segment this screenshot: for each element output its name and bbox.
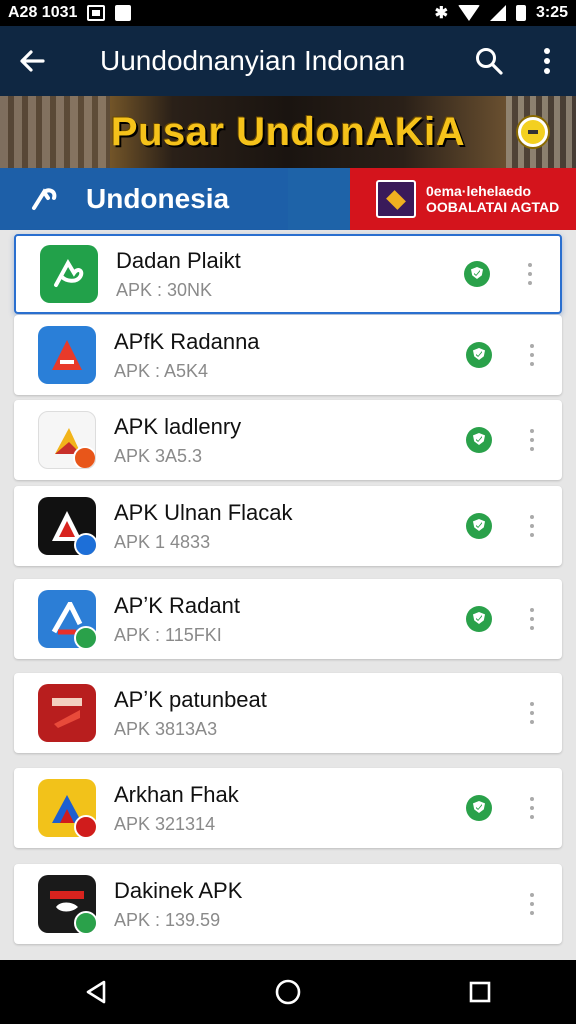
app-icon [38, 684, 96, 742]
search-button[interactable] [460, 26, 518, 96]
signal-icon [489, 5, 506, 21]
promo-line-1: 0ema·lehelaedo [426, 183, 532, 199]
app-name: APK ladlenry [114, 413, 242, 439]
app-icon [38, 590, 96, 648]
nav-home-button[interactable] [258, 962, 318, 1022]
battery-icon [515, 5, 526, 21]
app-badge-icon [74, 911, 96, 933]
square-recent-icon [469, 981, 491, 1003]
app-icon [40, 245, 98, 303]
triangle-back-icon [86, 980, 106, 1004]
verified-shield-icon [466, 795, 492, 821]
search-icon [476, 48, 503, 75]
list-item[interactable]: Arkhan Fhak APK 321314 [14, 768, 562, 848]
app-name: APʼK Radant [114, 592, 240, 618]
list-item[interactable]: APK Ulnan Flacak APK 1 4833 [14, 486, 562, 566]
region-divider [288, 168, 350, 230]
status-bar: A28 1031 ✱ 3:25 [0, 0, 576, 26]
wifi-icon [457, 5, 480, 21]
banner-building-image [0, 96, 110, 168]
verified-shield-icon [466, 513, 492, 539]
app-name: Dakinek APK [114, 877, 243, 903]
app-glyph-icon [52, 340, 82, 370]
app-badge-icon [74, 533, 96, 555]
app-size: APK 321314 [114, 813, 216, 834]
app-size: APK : 30NK [116, 279, 213, 300]
app-size: APK 3A5.3 [114, 445, 203, 466]
app-icon [38, 875, 96, 933]
arrow-left-icon [20, 50, 45, 72]
app-badge-icon [74, 815, 96, 837]
item-more-button[interactable] [520, 254, 540, 294]
app-list: Dadan Plaikt APK : 30NK APfK Radanna APK… [0, 230, 576, 960]
app-toolbar: Uundodnanyian Indonan [0, 26, 576, 96]
list-item[interactable]: APK ladlenry APK 3A5.3 [14, 400, 562, 480]
circle-home-icon [275, 979, 301, 1005]
app-size: APK : A5K4 [114, 360, 209, 381]
status-right: ✱ 3:25 [435, 3, 568, 23]
app-name: APʼK patunbeat [114, 686, 267, 712]
app-badge-icon [73, 446, 95, 468]
app-name: APfK Radanna [114, 328, 260, 354]
list-item[interactable]: Dakinek APK APK : 139.59 [14, 864, 562, 944]
app-name: APK Ulnan Flacak [114, 499, 293, 525]
nav-back-button[interactable] [66, 962, 126, 1022]
item-more-button[interactable] [522, 788, 542, 828]
app-icon [38, 779, 96, 837]
more-options-button[interactable] [518, 26, 576, 96]
app-size: APK 3813A3 [114, 718, 218, 739]
app-glyph-icon [54, 258, 84, 287]
system-nav-bar [0, 960, 576, 1024]
app-icon [38, 326, 96, 384]
list-item[interactable]: Dadan Plaikt APK : 30NK [14, 234, 562, 314]
app-glyph-icon [52, 698, 82, 728]
list-item[interactable]: APʼK patunbeat APK 3813A3 [14, 673, 562, 753]
page-title: Uundodnanyian Indonan [100, 45, 406, 76]
promo-banner[interactable]: Pusar UndonAKiA [0, 96, 576, 168]
bluetooth-icon: ✱ [434, 5, 448, 22]
promo-text: 0ema·lehelaedo OOBALATAI AGTAD [426, 183, 559, 215]
region-bar: Undonesia 0ema·lehelaedo OOBALATAI AGTAD [0, 168, 576, 230]
app-size: APK : 115FKI [114, 624, 222, 645]
verified-shield-icon [464, 261, 490, 287]
app-badge-icon [74, 626, 96, 648]
app-icon [38, 411, 96, 469]
app-size: APK 1 4833 [114, 531, 211, 552]
banner-title: Pusar UndonAKiA [110, 109, 466, 154]
item-more-button[interactable] [522, 335, 542, 375]
item-more-button[interactable] [522, 599, 542, 639]
item-more-button[interactable] [522, 506, 542, 546]
back-button[interactable] [0, 26, 64, 96]
region-logo-icon [32, 188, 57, 210]
app-icon [38, 497, 96, 555]
verified-shield-icon [466, 342, 492, 368]
list-item[interactable]: APʼK Radant APK : 115FKI [14, 579, 562, 659]
coin-icon [518, 117, 548, 147]
list-item[interactable]: APfK Radanna APK : A5K4 [14, 315, 562, 395]
verified-shield-icon [466, 427, 492, 453]
status-left: A28 1031 [8, 4, 132, 22]
region-label: Undonesia [86, 183, 230, 214]
item-more-button[interactable] [522, 420, 542, 460]
nav-recent-button[interactable] [450, 962, 510, 1022]
more-vertical-icon [544, 48, 550, 74]
app-name: Dadan Plaikt [116, 247, 241, 273]
item-more-button[interactable] [522, 884, 542, 924]
status-left-text: A28 1031 [8, 4, 78, 21]
promo-logo-icon [376, 180, 416, 218]
region-selector[interactable]: Undonesia [0, 168, 288, 230]
item-more-button[interactable] [522, 693, 542, 733]
verified-shield-icon [466, 606, 492, 632]
notification-2-icon [115, 5, 132, 21]
status-time: 3:25 [535, 4, 568, 21]
promo-line-2: OOBALATAI AGTAD [426, 199, 560, 215]
app-size: APK : 139.59 [114, 909, 221, 930]
notification-icon [87, 5, 106, 21]
app-name: Arkhan Fhak [114, 781, 239, 807]
promo-ad[interactable]: 0ema·lehelaedo OOBALATAI AGTAD [350, 168, 576, 230]
